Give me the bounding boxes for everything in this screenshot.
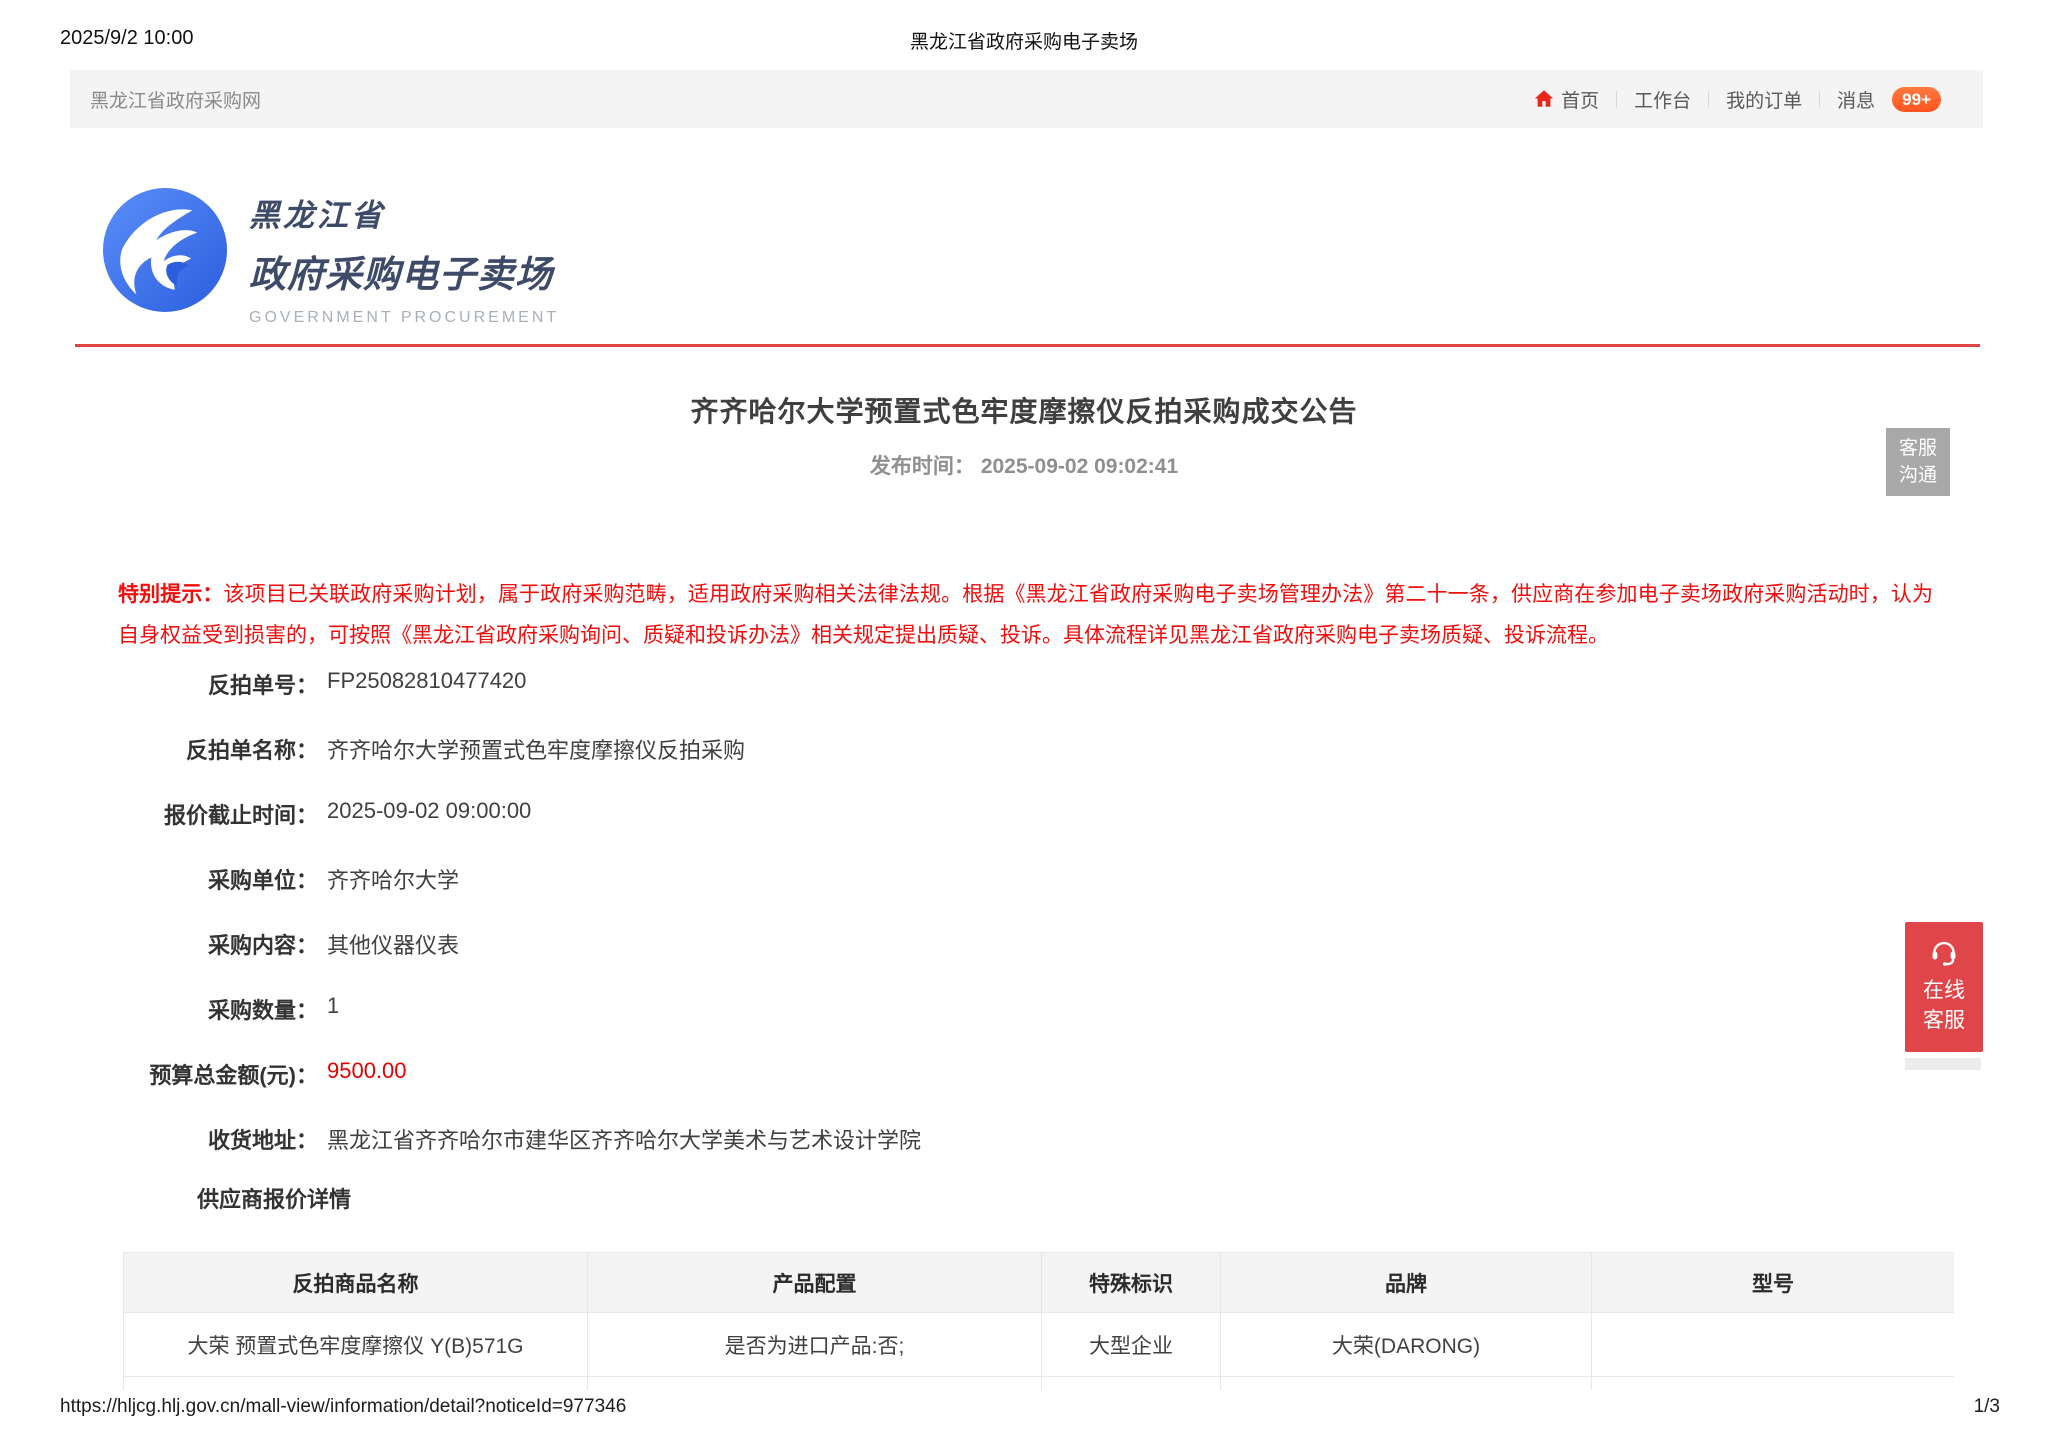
logo-line1: 黑龙江省 bbox=[249, 190, 559, 235]
logo-text: 黑龙江省 政府采购电子卖场 GOVERNMENT PROCUREMENT bbox=[249, 188, 559, 327]
field-row-content: 采购内容： 其他仪器仪表 bbox=[70, 928, 921, 993]
field-value: 齐齐哈尔大学 bbox=[327, 863, 459, 895]
service-chat-line2: 沟通 bbox=[1899, 462, 1937, 489]
field-row-address: 收货地址： 黑龙江省齐齐哈尔市建华区齐齐哈尔大学美术与艺术设计学院 bbox=[70, 1123, 921, 1188]
field-value: 2025-09-02 09:00:00 bbox=[327, 798, 531, 824]
nav-divider bbox=[1708, 91, 1709, 108]
field-label: 反拍单名称： bbox=[70, 733, 318, 765]
field-row-purchaser: 采购单位： 齐齐哈尔大学 bbox=[70, 863, 921, 928]
table-cell bbox=[1592, 1313, 1955, 1377]
site-name: 黑龙江省政府采购网 bbox=[90, 86, 261, 113]
special-notice-text: 该项目已关联政府采购计划，属于政府采购范畴，适用政府采购相关法律法规。根据《黑龙… bbox=[118, 583, 1933, 647]
nav-item-messages[interactable]: 消息 bbox=[1837, 86, 1875, 113]
online-service-button[interactable]: 在线 客服 bbox=[1905, 922, 1983, 1052]
table-row-partial bbox=[124, 1377, 1955, 1391]
logo-line3: GOVERNMENT PROCUREMENT bbox=[249, 309, 559, 327]
table-cell: 大荣 预置式色牢度摩擦仪 Y(B)571G bbox=[124, 1313, 588, 1377]
table-header-cell: 品牌 bbox=[1221, 1253, 1592, 1313]
field-row-deadline: 报价截止时间： 2025-09-02 09:00:00 bbox=[70, 798, 921, 863]
topbar: 黑龙江省政府采购网 首页 工作台 我的订单 消息 99+ bbox=[70, 70, 1983, 128]
field-value-budget: 9500.00 bbox=[327, 1058, 407, 1084]
table-cell bbox=[124, 1377, 588, 1391]
table-header-cell: 产品配置 bbox=[588, 1253, 1042, 1313]
field-label: 采购内容： bbox=[70, 928, 318, 960]
quote-table: 反拍商品名称 产品配置 特殊标识 品牌 型号 大荣 预置式色牢度摩擦仪 Y(B)… bbox=[123, 1252, 1954, 1390]
publish-time-line: 发布时间： 2025-09-02 09:02:41 bbox=[0, 450, 2048, 480]
nav-item-label: 首页 bbox=[1561, 86, 1599, 113]
field-label: 收货地址： bbox=[70, 1123, 318, 1155]
service-chat-line1: 客服 bbox=[1899, 435, 1937, 462]
field-row-auction-name: 反拍单名称： 齐齐哈尔大学预置式色牢度摩擦仪反拍采购 bbox=[70, 733, 921, 798]
table-cell: 是否为进口产品:否; bbox=[588, 1313, 1042, 1377]
online-service-line2: 客服 bbox=[1923, 1006, 1965, 1036]
headset-icon bbox=[1926, 934, 1962, 968]
field-value: 1 bbox=[327, 993, 339, 1019]
online-service-shadow bbox=[1905, 1058, 1981, 1070]
nav-item-label: 消息 bbox=[1837, 86, 1875, 113]
site-logo: 黑龙江省 政府采购电子卖场 GOVERNMENT PROCUREMENT bbox=[103, 188, 559, 327]
field-label: 反拍单号： bbox=[70, 668, 318, 700]
detail-fields: 反拍单号： FP25082810477420 反拍单名称： 齐齐哈尔大学预置式色… bbox=[70, 668, 921, 1188]
table-cell bbox=[1221, 1377, 1592, 1391]
field-value: FP25082810477420 bbox=[327, 668, 526, 694]
supplier-quote-section-title: 供应商报价详情 bbox=[197, 1182, 351, 1214]
nav-item-orders[interactable]: 我的订单 bbox=[1726, 86, 1802, 113]
logo-line2: 政府采购电子卖场 bbox=[249, 244, 559, 298]
table-header-cell: 型号 bbox=[1592, 1253, 1955, 1313]
table-header-cell: 特殊标识 bbox=[1042, 1253, 1221, 1313]
field-value: 其他仪器仪表 bbox=[327, 928, 459, 960]
field-value: 黑龙江省齐齐哈尔市建华区齐齐哈尔大学美术与艺术设计学院 bbox=[327, 1123, 921, 1155]
page: 2025/9/2 10:00 黑龙江省政府采购电子卖场 黑龙江省政府采购网 首页… bbox=[0, 0, 2048, 1447]
table-header-cell: 反拍商品名称 bbox=[124, 1253, 588, 1313]
field-row-auction-number: 反拍单号： FP25082810477420 bbox=[70, 668, 921, 733]
announcement-title: 齐齐哈尔大学预置式色牢度摩擦仪反拍采购成交公告 bbox=[0, 390, 2048, 430]
top-nav: 首页 工作台 我的订单 消息 99+ bbox=[1533, 86, 1941, 113]
field-label: 采购数量： bbox=[70, 993, 318, 1025]
field-row-budget: 预算总金额(元)： 9500.00 bbox=[70, 1058, 921, 1123]
print-page-title: 黑龙江省政府采购电子卖场 bbox=[0, 27, 2048, 54]
table-header-row: 反拍商品名称 产品配置 特殊标识 品牌 型号 bbox=[124, 1253, 1955, 1313]
footer-page-number: 1/3 bbox=[1974, 1396, 2000, 1418]
table-cell: 大型企业 bbox=[1042, 1313, 1221, 1377]
special-notice-label: 特别提示： bbox=[118, 583, 224, 606]
nav-item-workbench[interactable]: 工作台 bbox=[1634, 86, 1691, 113]
publish-time-value: 2025-09-02 09:02:41 bbox=[981, 455, 1178, 478]
table-cell bbox=[588, 1377, 1042, 1391]
field-label: 预算总金额(元)： bbox=[70, 1058, 318, 1090]
footer-url: https://hljcg.hlj.gov.cn/mall-view/infor… bbox=[60, 1396, 626, 1418]
special-notice: 特别提示：该项目已关联政府采购计划，属于政府采购范畴，适用政府采购相关法律法规。… bbox=[118, 574, 1933, 656]
table-row: 大荣 预置式色牢度摩擦仪 Y(B)571G 是否为进口产品:否; 大型企业 大荣… bbox=[124, 1313, 1955, 1377]
nav-item-home[interactable]: 首页 bbox=[1533, 86, 1599, 113]
message-count-badge[interactable]: 99+ bbox=[1892, 87, 1941, 112]
customer-service-chat-button[interactable]: 客服 沟通 bbox=[1886, 428, 1950, 496]
dragon-logo-icon bbox=[103, 188, 227, 312]
quote-table-container: 反拍商品名称 产品配置 特殊标识 品牌 型号 大荣 预置式色牢度摩擦仪 Y(B)… bbox=[123, 1252, 1954, 1390]
field-label: 报价截止时间： bbox=[70, 798, 318, 830]
nav-item-label: 工作台 bbox=[1634, 86, 1691, 113]
nav-divider bbox=[1819, 91, 1820, 108]
nav-item-label: 我的订单 bbox=[1726, 86, 1802, 113]
field-label: 采购单位： bbox=[70, 863, 318, 895]
home-icon bbox=[1533, 88, 1555, 110]
table-cell bbox=[1592, 1377, 1955, 1391]
red-divider-line bbox=[75, 344, 1980, 347]
online-service-text: 在线 客服 bbox=[1923, 976, 1965, 1036]
nav-divider bbox=[1616, 91, 1617, 108]
publish-time-label: 发布时间： bbox=[870, 455, 975, 478]
online-service-line1: 在线 bbox=[1923, 976, 1965, 1006]
table-cell: 大荣(DARONG) bbox=[1221, 1313, 1592, 1377]
field-value: 齐齐哈尔大学预置式色牢度摩擦仪反拍采购 bbox=[327, 733, 745, 765]
table-cell bbox=[1042, 1377, 1221, 1391]
field-row-quantity: 采购数量： 1 bbox=[70, 993, 921, 1058]
